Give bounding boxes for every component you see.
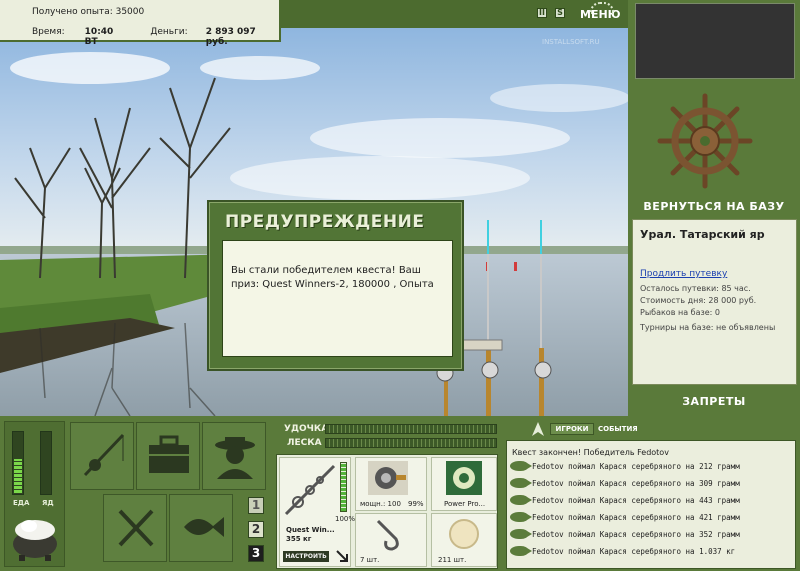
chat-line: Fedotov поймал Карася серебряного на 212… — [510, 459, 740, 473]
rod-slot[interactable]: 100% Quest Win... 355 кг НАСТРОИТЬ — [279, 457, 355, 567]
rod-tension-bar — [325, 424, 497, 434]
location-name: Урал. Татарский яр — [640, 228, 765, 241]
experience-label: Получено опыта: 35000 — [32, 7, 145, 17]
rod-condition-bar — [340, 462, 347, 512]
rod-icon — [284, 464, 336, 516]
hook-icon — [376, 519, 399, 551]
fishing-rod-icon — [83, 433, 125, 477]
reel-slot[interactable]: мощн.: 100 99% — [355, 457, 427, 511]
fishers-count: Рыбаков на базе: 0 — [640, 308, 720, 317]
page-button-2[interactable]: 2 — [248, 521, 264, 538]
chat-line: Fedotov поймал Карася серебряного на 443… — [510, 493, 740, 507]
dialog-message: Вы стали победителем квеста! Ваш приз: Q… — [231, 265, 434, 290]
line-spool-icon — [446, 461, 482, 495]
fish-icon — [510, 546, 532, 556]
fish-icon — [510, 461, 532, 471]
status-panel: ЕДА ЯД — [4, 421, 65, 567]
food-label: ЕДА — [13, 499, 30, 507]
collapse-arrow-icon[interactable] — [532, 422, 544, 436]
line-label: ЛЕСКА — [287, 438, 322, 448]
fish-icon — [184, 517, 224, 537]
extend-trip-link[interactable]: Продлить путевку — [640, 269, 789, 279]
rods-tile[interactable] — [70, 422, 134, 490]
page-button-1[interactable]: 1 — [248, 497, 264, 514]
rod-label: УДОЧКА — [284, 424, 329, 434]
bait-slot[interactable]: 211 шт. — [431, 513, 497, 567]
watermark: INSTALLSOFT.RU — [542, 38, 600, 46]
chat-line: Fedotov поймал Карася серебряного на 421… — [510, 510, 740, 524]
hooks-slot[interactable]: 7 шт. — [355, 513, 427, 567]
arrow-icon[interactable] — [336, 550, 348, 562]
info-bar: Получено опыта: 35000 Время: 10:40 ВТ Де… — [0, 0, 281, 47]
rod-condition: 100% — [335, 515, 356, 523]
tackle-box-icon — [149, 435, 189, 473]
poison-meter — [40, 431, 52, 495]
money-label: Деньги: — [150, 27, 188, 37]
fish-icon — [510, 495, 532, 505]
fish-icon — [510, 529, 532, 539]
fish-icon — [510, 512, 532, 522]
chat-line: Fedotov поймал Карася серебряного на 352… — [510, 527, 740, 541]
food-meter — [12, 431, 24, 495]
food-meter-fill — [14, 459, 22, 493]
fish-icon — [510, 478, 532, 488]
fork-knife-icon — [118, 509, 154, 547]
chat-header: ИГРОКИ СОБЫТИЯ — [502, 421, 800, 439]
setup-button[interactable]: НАСТРОИТЬ — [283, 551, 329, 562]
tournaments-status: Турниры на базе: не объявлены — [640, 323, 776, 332]
base-info-panel: Урал. Татарский яр Продлить путевку Оста… — [632, 219, 797, 385]
chat-panel: Квест закончен! Победитель Fedotov Fedot… — [506, 440, 796, 569]
speed-icon[interactable]: S — [555, 8, 565, 18]
warning-dialog[interactable]: ПРЕДУПРЕЖДЕНИЕ Вы стали победителем квес… — [207, 200, 464, 371]
page-button-3[interactable]: 3 — [248, 545, 264, 562]
fish-tile[interactable] — [169, 494, 233, 562]
hooks-count: 7 шт. — [360, 556, 380, 564]
tackle-panel: 100% Quest Win... 355 кг НАСТРОИТЬ мощн.… — [276, 454, 498, 569]
pause-icon[interactable]: II — [537, 8, 547, 18]
bait-count: 211 шт. — [438, 556, 467, 564]
chat-line: Fedotov поймал Карася серебряного на 309… — [510, 476, 740, 490]
top-band — [281, 0, 628, 28]
line-slot[interactable]: Power Pro... — [431, 457, 497, 511]
tackle-box-tile[interactable] — [136, 422, 200, 490]
food-tile[interactable] — [103, 494, 167, 562]
fisherman-tile[interactable] — [202, 422, 266, 490]
reel-power: мощн.: 100 — [360, 500, 401, 508]
chat-line: Fedotov поймал Карася серебряного на 1.0… — [510, 544, 735, 558]
rod-weight: 355 кг — [286, 535, 312, 543]
bait-icon — [449, 519, 479, 549]
bans-button[interactable]: ЗАПРЕТЫ — [628, 395, 800, 408]
time-value: 10:40 ВТ — [84, 27, 114, 47]
tab-players[interactable]: ИГРОКИ — [550, 423, 594, 435]
ad-box — [635, 3, 795, 79]
tab-events[interactable]: СОБЫТИЯ — [598, 425, 638, 433]
trip-left: Осталось путевки: 85 час. — [640, 284, 751, 293]
quest-winner-message: Квест закончен! Победитель Fedotov — [512, 448, 669, 457]
poison-label: ЯД — [42, 499, 54, 507]
fisherman-icon — [215, 437, 255, 479]
money-value: 2 893 097 руб. — [205, 27, 256, 47]
day-cost: Стоимость дня: 28 000 руб. — [640, 296, 757, 305]
dialog-message-box: Вы стали победителем квеста! Ваш приз: Q… — [222, 240, 453, 357]
reel-icon — [368, 461, 408, 495]
line-tension-bar — [325, 438, 497, 448]
dialog-title: ПРЕДУПРЕЖДЕНИЕ — [225, 212, 425, 232]
ship-wheel-icon[interactable] — [656, 92, 754, 190]
rod-name: Quest Win... — [286, 526, 335, 534]
food-pot-icon[interactable] — [9, 510, 61, 562]
return-to-base-button[interactable]: ВЕРНУТЬСЯ НА БАЗУ — [628, 200, 800, 213]
menu-button[interactable]: МЕНЮ — [580, 2, 621, 24]
reel-condition: 99% — [408, 500, 424, 508]
time-label: Время: — [32, 27, 65, 37]
line-name: Power Pro... — [444, 500, 486, 508]
right-panel: ВЕРНУТЬСЯ НА БАЗУ Урал. Татарский яр Про… — [628, 0, 800, 416]
